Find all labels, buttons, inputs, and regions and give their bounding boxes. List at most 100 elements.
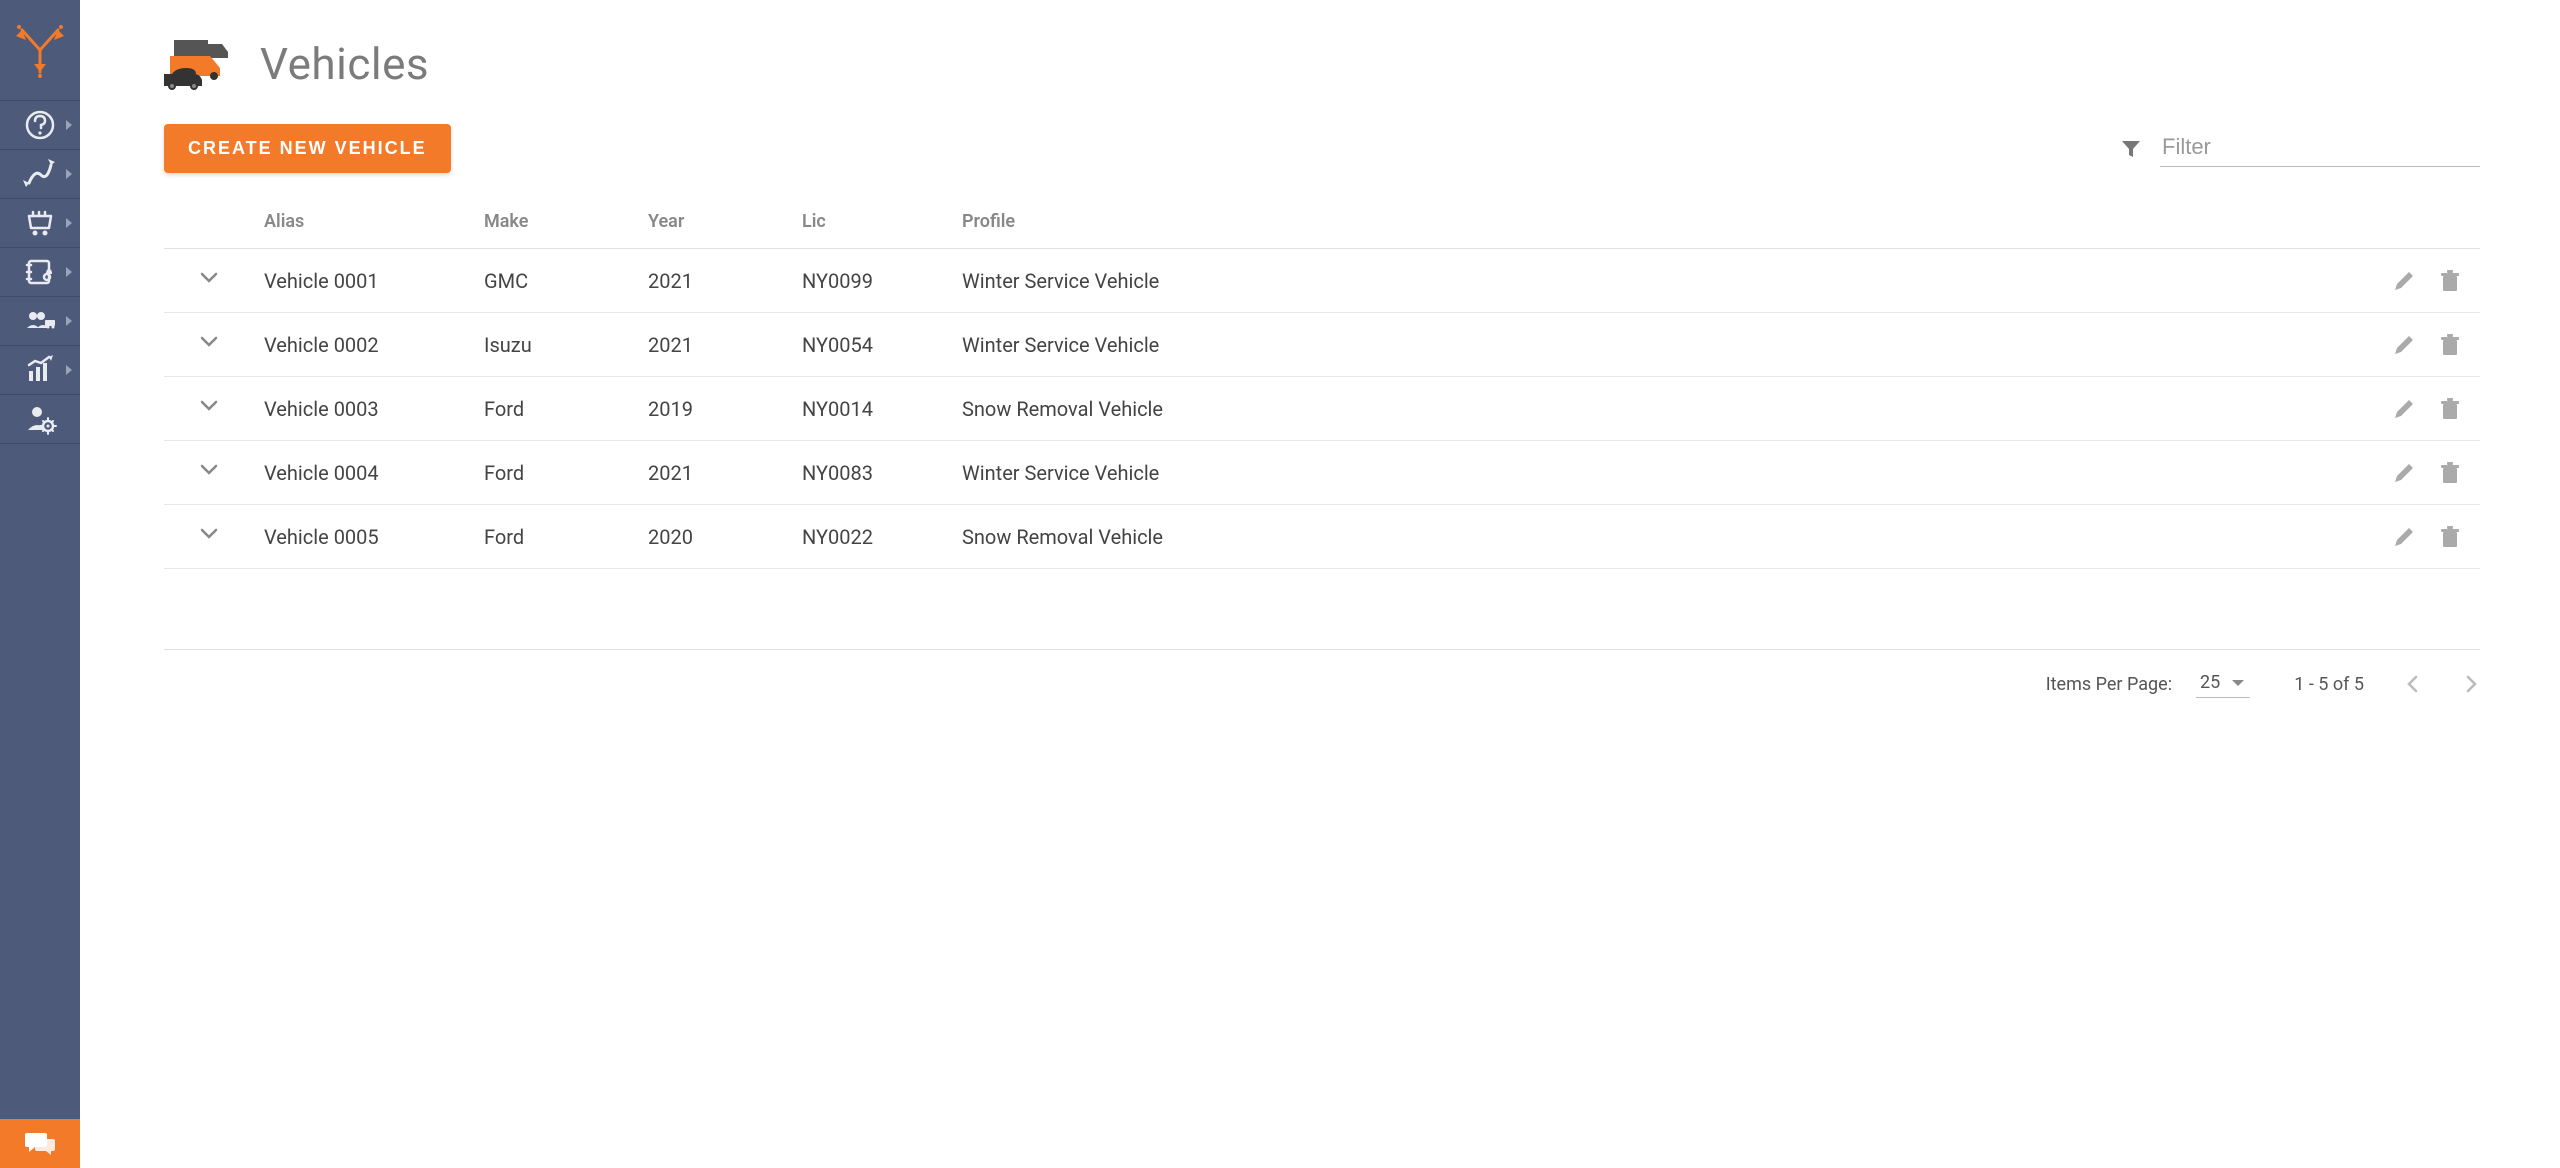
toolbar: CREATE NEW VEHICLE	[164, 124, 2480, 173]
delete-button[interactable]	[2438, 525, 2462, 549]
filter-input[interactable]	[2160, 130, 2480, 167]
items-per-page-value: 25	[2200, 672, 2220, 693]
cell-profile: Winter Service Vehicle	[952, 313, 2350, 377]
routes-icon	[23, 157, 57, 191]
help-icon	[23, 108, 57, 142]
cell-profile: Snow Removal Vehicle	[952, 505, 2350, 569]
row-actions	[2360, 333, 2470, 357]
cell-alias: Vehicle 0001	[254, 249, 474, 313]
cell-alias: Vehicle 0002	[254, 313, 474, 377]
edit-button[interactable]	[2392, 461, 2416, 485]
edit-button[interactable]	[2392, 525, 2416, 549]
user-settings-icon	[23, 402, 57, 436]
items-per-page-label: Items Per Page:	[2046, 674, 2172, 695]
cell-make: Ford	[474, 505, 638, 569]
row-actions	[2360, 525, 2470, 549]
page-header: Vehicles	[164, 34, 2480, 94]
trash-icon	[2438, 525, 2462, 549]
chevron-right-icon	[66, 169, 72, 179]
expand-row-button[interactable]	[198, 331, 220, 358]
chevron-right-icon	[66, 267, 72, 277]
delete-button[interactable]	[2438, 269, 2462, 293]
cell-lic: NY0014	[792, 377, 952, 441]
chevron-right-icon	[2462, 675, 2480, 693]
table-header-alias[interactable]: Alias	[254, 199, 474, 249]
cell-year: 2021	[638, 313, 792, 377]
pager: 1 - 5 of 5	[2294, 674, 2480, 695]
next-page-button[interactable]	[2462, 675, 2480, 693]
table-row: Vehicle 0004Ford2021NY0083Winter Service…	[164, 441, 2480, 505]
nav-routes[interactable]	[0, 149, 80, 198]
cell-lic: NY0022	[792, 505, 952, 569]
filter-icon	[2120, 138, 2142, 160]
cell-make: GMC	[474, 249, 638, 313]
cell-profile: Snow Removal Vehicle	[952, 377, 2350, 441]
contacts-icon	[23, 255, 57, 289]
trash-icon	[2438, 397, 2462, 421]
delete-button[interactable]	[2438, 461, 2462, 485]
cell-make: Isuzu	[474, 313, 638, 377]
edit-button[interactable]	[2392, 269, 2416, 293]
filter-group	[2120, 130, 2480, 167]
cell-alias: Vehicle 0003	[254, 377, 474, 441]
pagination-bar: Items Per Page: 25 1 - 5 of 5	[164, 649, 2480, 698]
nav-contacts[interactable]	[0, 247, 80, 296]
page-title: Vehicles	[260, 38, 429, 90]
main-content: Vehicles CREATE NEW VEHICLE Alias Make Y…	[80, 0, 2560, 1168]
pencil-icon	[2392, 461, 2416, 485]
expand-row-button[interactable]	[198, 459, 220, 486]
pagination-range: 1 - 5 of 5	[2294, 674, 2364, 695]
team-icon	[23, 304, 57, 338]
table-row: Vehicle 0002Isuzu2021NY0054Winter Servic…	[164, 313, 2480, 377]
nav-help[interactable]	[0, 100, 80, 149]
pencil-icon	[2392, 397, 2416, 421]
chevron-down-icon	[198, 395, 220, 417]
cell-lic: NY0099	[792, 249, 952, 313]
delete-button[interactable]	[2438, 397, 2462, 421]
delete-button[interactable]	[2438, 333, 2462, 357]
chevron-right-icon	[66, 316, 72, 326]
cell-lic: NY0054	[792, 313, 952, 377]
chevron-down-icon	[198, 523, 220, 545]
chat-icon	[23, 1127, 57, 1161]
expand-row-button[interactable]	[198, 267, 220, 294]
sidebar	[0, 0, 80, 1168]
orders-icon	[23, 206, 57, 240]
chevron-right-icon	[66, 120, 72, 130]
nav-orders[interactable]	[0, 198, 80, 247]
analytics-icon	[23, 353, 57, 387]
table-header-make[interactable]: Make	[474, 199, 638, 249]
cell-year: 2021	[638, 441, 792, 505]
pencil-icon	[2392, 269, 2416, 293]
row-actions	[2360, 461, 2470, 485]
edit-button[interactable]	[2392, 333, 2416, 357]
create-vehicle-button[interactable]: CREATE NEW VEHICLE	[164, 124, 451, 173]
app-logo	[0, 0, 80, 100]
vehicles-table: Alias Make Year Lic Profile Vehicle 0001…	[164, 199, 2480, 569]
pencil-icon	[2392, 525, 2416, 549]
edit-button[interactable]	[2392, 397, 2416, 421]
table-header-profile[interactable]: Profile	[952, 199, 2350, 249]
cell-lic: NY0083	[792, 441, 952, 505]
cell-alias: Vehicle 0004	[254, 441, 474, 505]
chevron-right-icon	[66, 365, 72, 375]
nav-analytics[interactable]	[0, 345, 80, 394]
items-per-page-select[interactable]: 25	[2196, 670, 2250, 698]
dropdown-icon	[2230, 675, 2246, 691]
pencil-icon	[2392, 333, 2416, 357]
expand-row-button[interactable]	[198, 395, 220, 422]
vehicles-icon	[164, 34, 240, 94]
expand-row-button[interactable]	[198, 523, 220, 550]
table-header-row: Alias Make Year Lic Profile	[164, 199, 2480, 249]
chat-button[interactable]	[0, 1119, 80, 1168]
table-row: Vehicle 0001GMC2021NY0099Winter Service …	[164, 249, 2480, 313]
items-per-page-group: Items Per Page: 25	[2046, 670, 2251, 698]
prev-page-button[interactable]	[2404, 675, 2422, 693]
table-header-lic[interactable]: Lic	[792, 199, 952, 249]
nav-team[interactable]	[0, 296, 80, 345]
cell-year: 2019	[638, 377, 792, 441]
table-header-year[interactable]: Year	[638, 199, 792, 249]
nav-user-settings[interactable]	[0, 394, 80, 443]
table-header-actions	[2350, 199, 2480, 249]
chevron-down-icon	[198, 267, 220, 289]
